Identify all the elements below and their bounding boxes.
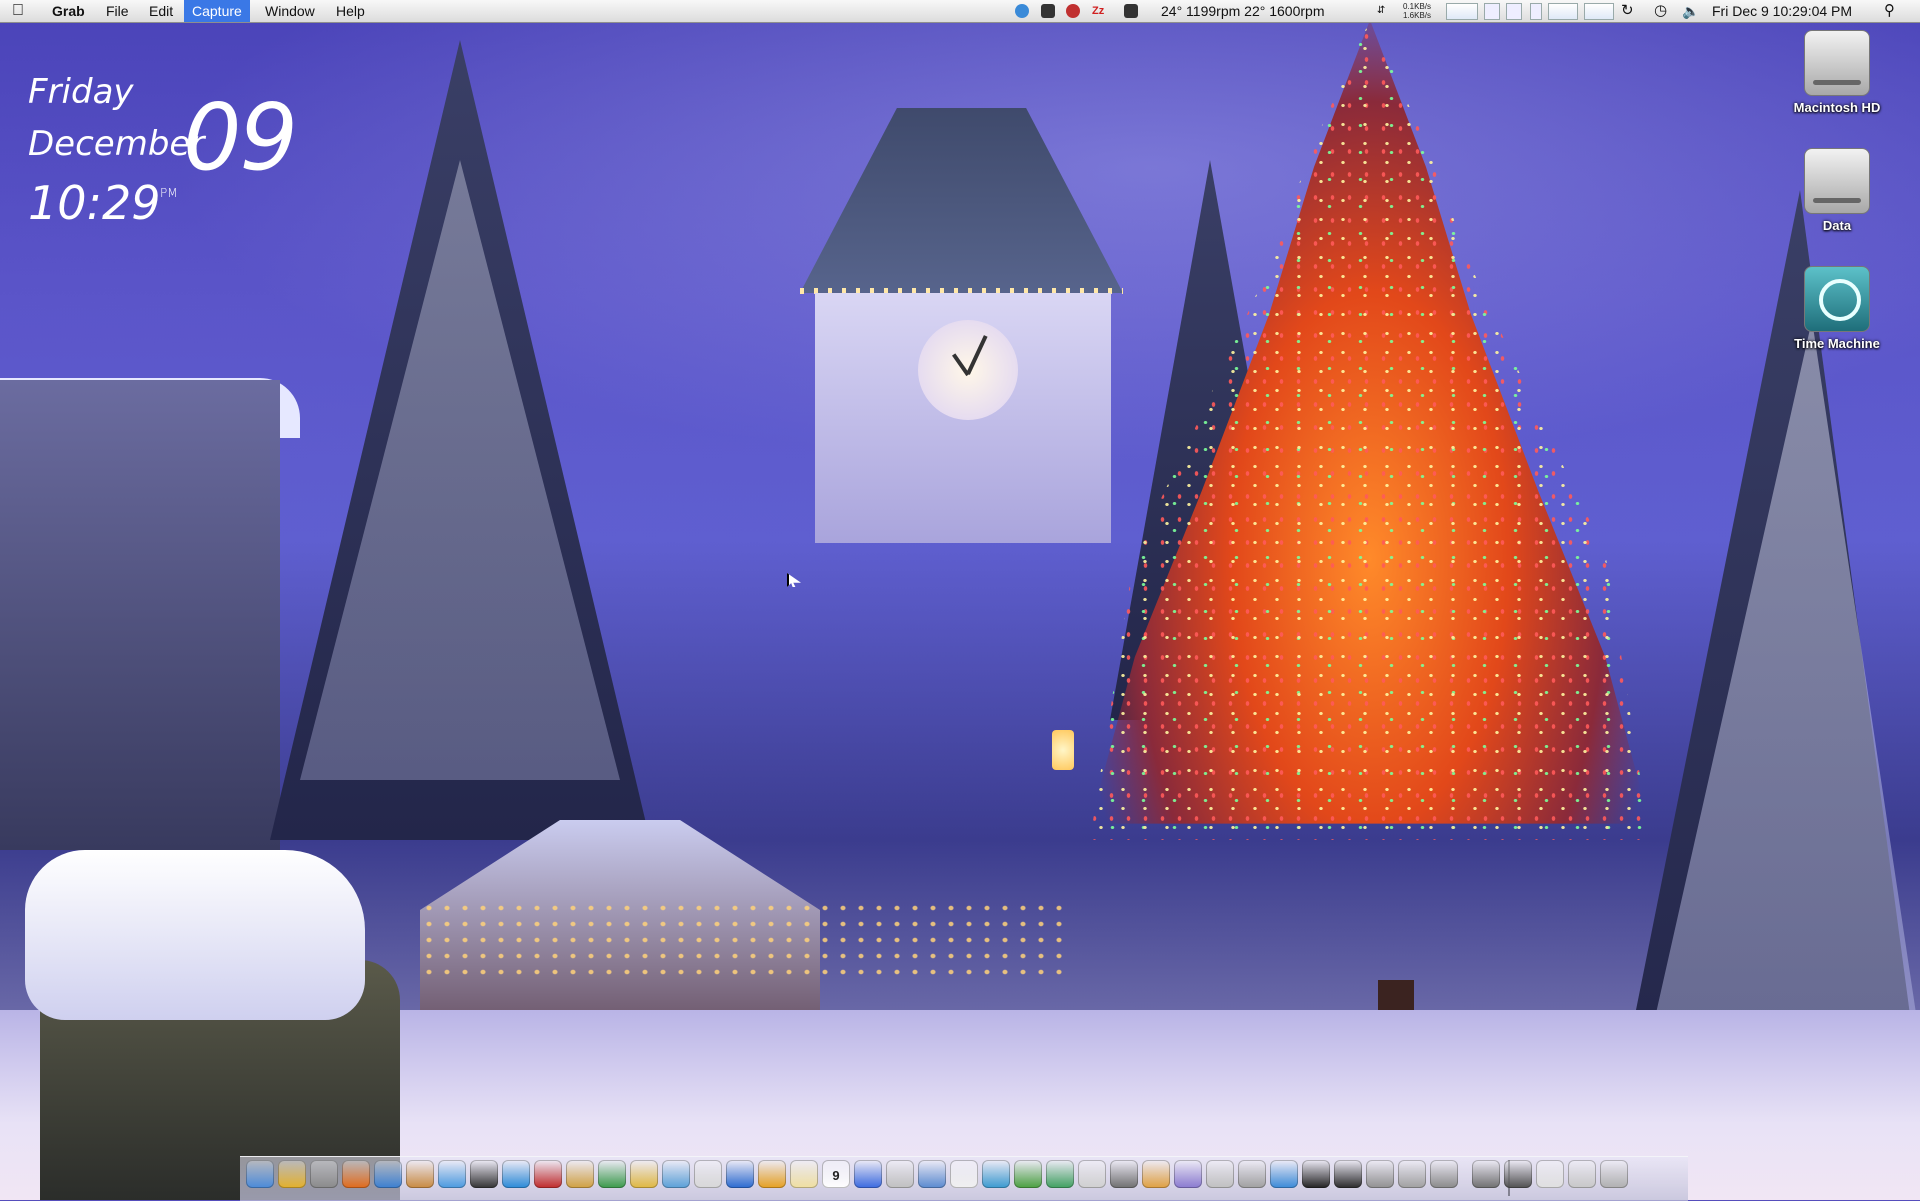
music-stack-icon[interactable]: [1504, 1160, 1532, 1188]
photoshop-elements-icon[interactable]: [502, 1160, 530, 1188]
system-preferences-icon[interactable]: [1430, 1160, 1458, 1188]
chrome-icon[interactable]: [278, 1160, 306, 1188]
desktop-icon-macintosh-hd[interactable]: Macintosh HD: [1782, 30, 1892, 115]
headphones-icon[interactable]: [1142, 1160, 1170, 1188]
notepad-icon[interactable]: [790, 1160, 818, 1188]
folder-icon[interactable]: [1174, 1160, 1202, 1188]
app-menu-grab[interactable]: Grab: [44, 0, 93, 22]
chevron-updown-icon[interactable]: ⇵: [1377, 0, 1385, 22]
menu-help[interactable]: Help: [328, 0, 373, 22]
wallpaper-street-lamp: [1052, 730, 1074, 770]
word-icon[interactable]: [726, 1160, 754, 1188]
app-store-icon[interactable]: [1270, 1160, 1298, 1188]
outlook-icon[interactable]: [758, 1160, 786, 1188]
downloads-stack-icon[interactable]: [1472, 1160, 1500, 1188]
syncmate-icon[interactable]: [1046, 1160, 1074, 1188]
calendar-icon[interactable]: 9: [822, 1160, 850, 1188]
fish-icon[interactable]: [662, 1160, 690, 1188]
desktop-icon-label: Macintosh HD: [1793, 100, 1881, 115]
spreadsheet-icon[interactable]: [598, 1160, 626, 1188]
film-icon[interactable]: [1124, 4, 1138, 18]
widget-month: December: [28, 124, 205, 164]
network-graph-icon[interactable]: [1548, 3, 1578, 20]
load-graph-icon[interactable]: [1530, 3, 1542, 20]
acrobat-icon[interactable]: [534, 1160, 562, 1188]
temperature-fan-readout[interactable]: 24° 1199rpm 22° 1600rpm: [1161, 0, 1324, 22]
mail-icon[interactable]: [886, 1160, 914, 1188]
widget-day: Friday: [28, 72, 134, 112]
desktop-icon-time-machine[interactable]: Time Machine: [1782, 266, 1892, 351]
ichat-icon[interactable]: [918, 1160, 946, 1188]
time-machine-icon: [1804, 266, 1870, 332]
wallpaper-rock-snow: [25, 850, 365, 1020]
paint-icon[interactable]: [566, 1160, 594, 1188]
widget-time: 10:29: [28, 176, 161, 230]
firefox-icon[interactable]: [342, 1160, 370, 1188]
menu-window[interactable]: Window: [257, 0, 323, 22]
utorrent-icon[interactable]: [1014, 1160, 1042, 1188]
menu-bar:  Grab File Edit Capture Window Help Zz …: [0, 0, 1920, 23]
terminal-icon[interactable]: [1041, 4, 1055, 18]
time-machine-icon[interactable]: ◷: [1654, 0, 1667, 22]
printer-icon[interactable]: [1398, 1160, 1426, 1188]
sync-icon[interactable]: [1066, 4, 1080, 18]
calendar-day: 9: [832, 1168, 840, 1183]
finder-icon[interactable]: [246, 1160, 274, 1188]
menubar-clock[interactable]: Fri Dec 9 10:29:04 PM: [1712, 0, 1852, 22]
disk-graph-icon[interactable]: [1506, 3, 1522, 20]
dvd-icon[interactable]: [1078, 1160, 1106, 1188]
network-graph-2-icon[interactable]: [1584, 3, 1614, 20]
network-meter[interactable]: 0.1KB/s 1.6KB/s: [1403, 2, 1431, 20]
hard-drive-icon: [1804, 148, 1870, 214]
volume-icon[interactable]: 🔈: [1682, 0, 1699, 22]
widget-ampm: PM: [160, 186, 178, 200]
hard-drive-icon: [1804, 30, 1870, 96]
itunes-icon[interactable]: [374, 1160, 402, 1188]
documents-stack-icon[interactable]: [1536, 1160, 1564, 1188]
safari-icon[interactable]: [438, 1160, 466, 1188]
memory-graph-icon[interactable]: [1446, 3, 1478, 20]
camera-icon[interactable]: [470, 1160, 498, 1188]
menu-capture[interactable]: Capture: [184, 0, 250, 22]
photo-icon[interactable]: [406, 1160, 434, 1188]
wallpaper-string-lights: [420, 900, 1070, 980]
desktop-icon-data[interactable]: Data: [1782, 148, 1892, 233]
notes-icon[interactable]: [694, 1160, 722, 1188]
desktop-icon-label: Time Machine: [1794, 336, 1880, 351]
menu-edit[interactable]: Edit: [141, 0, 181, 22]
widget-date: 09: [183, 84, 298, 191]
zzz-icon[interactable]: Zz: [1092, 4, 1106, 18]
mail-stack-icon[interactable]: [1568, 1160, 1596, 1188]
sketch-icon[interactable]: [630, 1160, 658, 1188]
spotlight-icon[interactable]: ⚲: [1884, 0, 1895, 22]
system-icon[interactable]: [1366, 1160, 1394, 1188]
dashboard-icon[interactable]: [982, 1160, 1010, 1188]
cpu-graph-icon[interactable]: [1484, 3, 1500, 20]
script-icon[interactable]: [1206, 1160, 1234, 1188]
apple-menu-icon[interactable]: : [12, 2, 28, 20]
textedit-icon[interactable]: [950, 1160, 978, 1188]
net-download-rate: 1.6KB/s: [1403, 11, 1432, 20]
activity-monitor-icon[interactable]: [1334, 1160, 1362, 1188]
menu-file[interactable]: File: [98, 0, 137, 22]
terminal-icon[interactable]: [1302, 1160, 1330, 1188]
messenger-icon[interactable]: [854, 1160, 882, 1188]
disk-utility-icon[interactable]: [1238, 1160, 1266, 1188]
net-upload-rate: 0.1KB/s: [1403, 2, 1432, 11]
wallpaper-house: [0, 380, 280, 850]
trash-icon[interactable]: [1600, 1160, 1628, 1188]
refresh-icon[interactable]: ↻: [1621, 0, 1634, 22]
tools-icon[interactable]: [1110, 1160, 1138, 1188]
desktop-icon-label: Data: [1822, 218, 1852, 233]
dropbox-icon[interactable]: [1015, 4, 1029, 18]
preview-icon[interactable]: [310, 1160, 338, 1188]
